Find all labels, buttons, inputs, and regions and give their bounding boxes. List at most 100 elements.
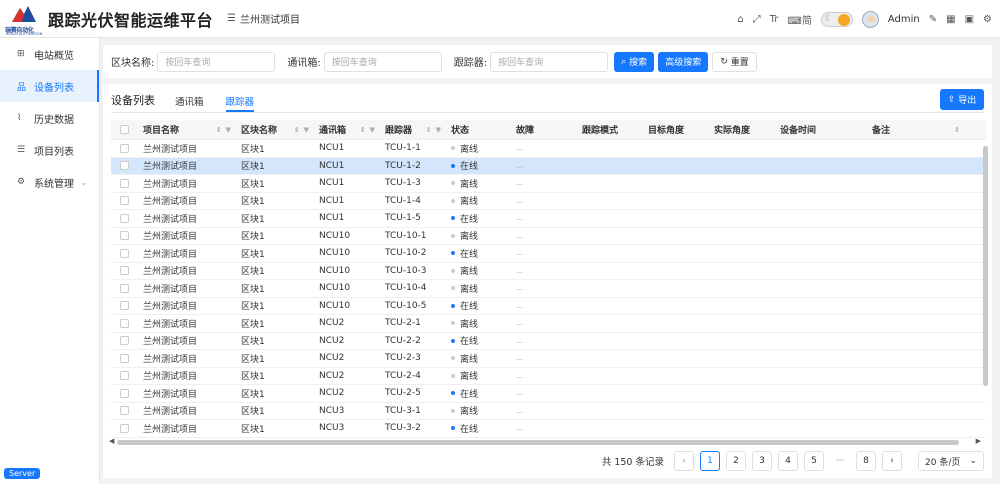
tcu-search-input[interactable]: 按回车查询: [490, 51, 609, 72]
header-block[interactable]: 区块名称 ⇕ ▼: [237, 120, 315, 140]
table-row[interactable]: 兰州测试项目 区块1 NCU1 TCU-1-2 在线.....: [111, 157, 986, 175]
row-checkbox[interactable]: [120, 283, 129, 293]
row-checkbox[interactable]: [120, 143, 129, 153]
user-name[interactable]: Admin: [888, 14, 920, 25]
row-checkbox-cell: [111, 332, 139, 350]
sidebar-item-history[interactable]: ⌇ 历史数据: [0, 102, 99, 134]
theme-brush-icon[interactable]: ✎: [929, 14, 937, 25]
online-dot-icon: [451, 303, 455, 308]
row-checkbox[interactable]: [120, 406, 129, 416]
settings-icon[interactable]: ⚙: [983, 14, 992, 25]
row-checkbox[interactable]: [120, 423, 129, 433]
row-checkbox[interactable]: [120, 231, 129, 241]
breadcrumb-project[interactable]: 兰州测试项目: [240, 11, 300, 26]
row-checkbox[interactable]: [120, 266, 129, 276]
avatar[interactable]: [861, 10, 879, 28]
select-all-checkbox[interactable]: [120, 125, 129, 134]
row-checkbox[interactable]: [120, 178, 129, 188]
sort-icon[interactable]: ⇕: [426, 126, 432, 134]
chevron-down-icon: ⌄: [969, 456, 977, 466]
scroll-right-icon[interactable]: ▶: [976, 437, 981, 445]
cell-device-time: [776, 280, 868, 298]
row-checkbox[interactable]: [120, 336, 129, 346]
table-row[interactable]: 兰州测试项目 区块1 NCU2 TCU-2-5 在线.....: [111, 385, 986, 403]
header-tcu[interactable]: 跟踪器 ⇕ ▼: [381, 120, 447, 140]
table-row[interactable]: 兰州测试项目 区块1 NCU3 TCU-3-1 离线.....: [111, 403, 986, 420]
sidebar-item-devices[interactable]: 品 设备列表: [0, 70, 99, 102]
table-row[interactable]: 兰州测试项目 区块1 NCU2 TCU-2-4 离线.....: [111, 368, 986, 385]
export-button[interactable]: ⇪ 导出: [940, 89, 984, 110]
table-row[interactable]: 兰州测试项目 区块1 NCU2 TCU-2-2 在线.....: [111, 332, 986, 350]
vertical-scrollbar[interactable]: [983, 146, 988, 386]
block-search-input[interactable]: 按回车查询: [157, 51, 276, 72]
table-row[interactable]: 兰州测试项目 区块1 NCU1 TCU-1-1 离线.....: [111, 140, 986, 158]
window-icon[interactable]: ▣: [965, 14, 974, 25]
next-page-button[interactable]: ›: [882, 451, 902, 471]
cell-tcu: TCU-1-2: [385, 160, 421, 171]
advanced-search-button[interactable]: 高级搜索: [658, 51, 709, 72]
page-3[interactable]: 3: [752, 451, 772, 471]
layout-icon[interactable]: ▦: [946, 14, 955, 25]
page-ellipsis[interactable]: ···: [830, 451, 850, 471]
page-size-select[interactable]: 20 条/页 ⌄: [918, 451, 984, 471]
sort-icon[interactable]: ⇕: [216, 126, 222, 134]
search-button[interactable]: ⌕ 搜索: [614, 51, 655, 72]
scroll-left-icon[interactable]: ◀: [109, 437, 114, 445]
row-checkbox[interactable]: [120, 371, 129, 381]
horizontal-scrollbar[interactable]: [117, 440, 959, 445]
row-checkbox[interactable]: [120, 161, 129, 171]
row-checkbox[interactable]: [120, 248, 129, 258]
fullscreen-icon[interactable]: ⤢: [753, 14, 761, 25]
row-checkbox[interactable]: [120, 318, 129, 328]
reset-button[interactable]: ↻ 重置: [712, 51, 757, 72]
ncu-search-input[interactable]: 按回车查询: [323, 51, 442, 72]
table-row[interactable]: 兰州测试项目 区块1 NCU10 TCU-10-5 在线.....: [111, 298, 986, 315]
table-row[interactable]: 兰州测试项目 区块1 NCU3 TCU-3-2 在线.....: [111, 420, 986, 438]
filter-icon[interactable]: ▼: [304, 126, 309, 134]
sort-icon[interactable]: ⇕: [360, 126, 366, 134]
table-row[interactable]: 兰州测试项目 区块1 NCU10 TCU-10-1 离线.....: [111, 228, 986, 245]
cell-project: 兰州测试项目: [143, 249, 198, 260]
page-5[interactable]: 5: [804, 451, 824, 471]
sidebar-item-projects[interactable]: ☰ 项目列表: [0, 134, 99, 166]
filter-icon[interactable]: ▼: [370, 126, 375, 134]
table-row[interactable]: 兰州测试项目 区块1 NCU2 TCU-2-1 离线.....: [111, 315, 986, 333]
home-icon[interactable]: ⌂: [737, 14, 743, 25]
header-project[interactable]: 项目名称 ⇕ ▼: [139, 120, 237, 140]
sidebar-item-system[interactable]: ⚙ 系统管理 ⌄: [0, 166, 99, 198]
chart-icon: ⌇: [17, 113, 22, 123]
page-2[interactable]: 2: [726, 451, 746, 471]
table-row[interactable]: 兰州测试项目 区块1 NCU1 TCU-1-4 离线.....: [111, 193, 986, 210]
table-row[interactable]: 兰州测试项目 区块1 NCU1 TCU-1-3 离线.....: [111, 175, 986, 193]
sidebar-item-overview[interactable]: ⊞ 电站概览: [0, 38, 99, 70]
row-checkbox[interactable]: [120, 213, 129, 223]
table-row[interactable]: 兰州测试项目 区块1 NCU10 TCU-10-3 离线.....: [111, 263, 986, 280]
table-row[interactable]: 兰州测试项目 区块1 NCU10 TCU-10-2 在线.....: [111, 245, 986, 263]
moon-icon: ☾: [824, 13, 833, 24]
prev-page-button[interactable]: ‹: [674, 451, 694, 471]
language-switch[interactable]: ⌨简: [787, 12, 811, 27]
sort-icon[interactable]: ⇕: [294, 126, 300, 134]
table-row[interactable]: 兰州测试项目 区块1 NCU1 TCU-1-5 在线.....: [111, 210, 986, 228]
page-4[interactable]: 4: [778, 451, 798, 471]
row-checkbox[interactable]: [120, 301, 129, 311]
tab-ncu[interactable]: 通讯箱: [175, 94, 204, 112]
table-row[interactable]: 兰州测试项目 区块1 NCU10 TCU-10-4 离线.....: [111, 280, 986, 298]
row-checkbox[interactable]: [120, 196, 129, 206]
filter-icon[interactable]: ▼: [436, 126, 441, 134]
column-settings-icon[interactable]: ⇕: [954, 126, 960, 134]
row-checkbox[interactable]: [120, 388, 129, 398]
export-icon: ⇪: [947, 94, 956, 105]
status-text: 离线: [460, 354, 479, 365]
page-1[interactable]: 1: [700, 451, 720, 471]
cell-target-angle: [644, 140, 710, 158]
tab-tcu[interactable]: 跟踪器: [225, 94, 255, 112]
page-last[interactable]: 8: [856, 451, 876, 471]
header-ncu[interactable]: 通讯箱 ⇕ ▼: [315, 120, 381, 140]
breadcrumb[interactable]: ☰ 兰州测试项目: [227, 11, 300, 26]
table-row[interactable]: 兰州测试项目 区块1 NCU2 TCU-2-3 离线.....: [111, 350, 986, 368]
theme-toggle[interactable]: ☾: [820, 11, 853, 27]
font-size-icon[interactable]: Tr: [770, 14, 779, 25]
row-checkbox[interactable]: [120, 353, 129, 363]
filter-icon[interactable]: ▼: [226, 126, 231, 134]
